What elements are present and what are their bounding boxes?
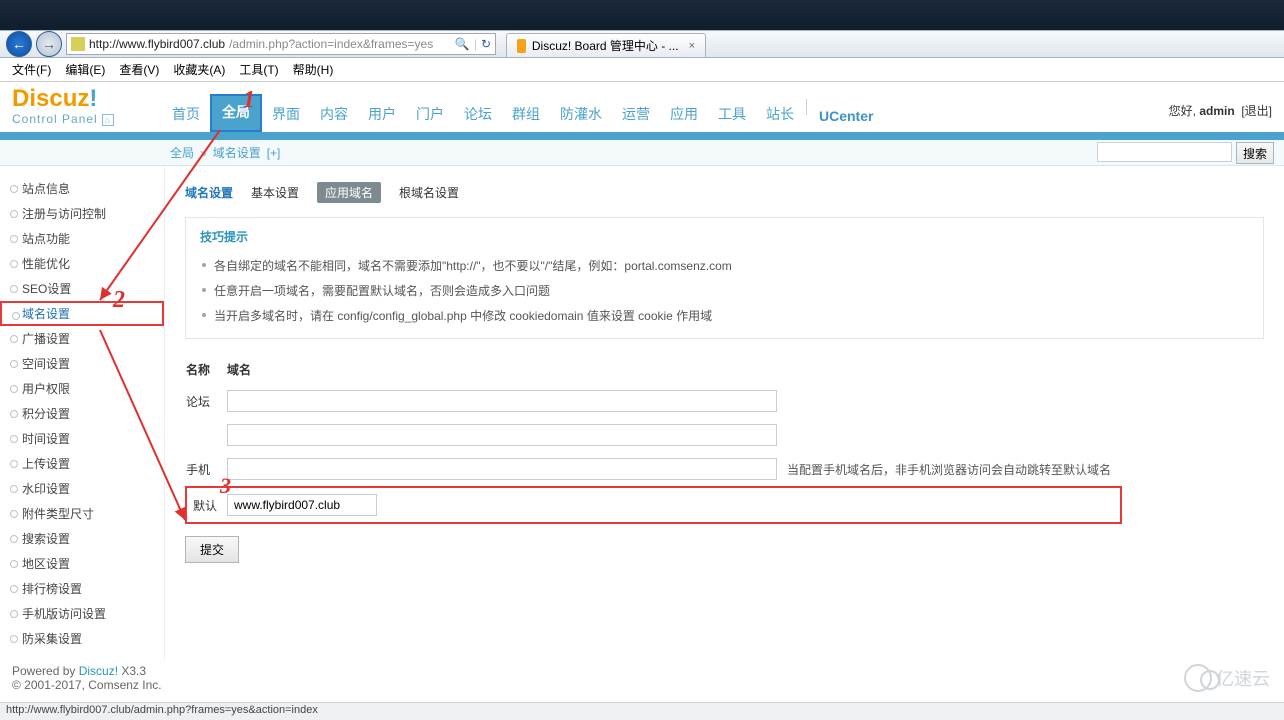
breadcrumb: 全局 » 域名设置 [+] 搜索 [0, 140, 1284, 166]
nav-interface[interactable]: 界面 [262, 98, 310, 132]
sidebar-item-credits[interactable]: 积分设置 [0, 401, 164, 426]
input-blank-domain[interactable] [227, 424, 777, 446]
submit-button[interactable]: 提交 [185, 536, 239, 563]
sidebar-item-anticrawl[interactable]: 防采集设置 [0, 626, 164, 651]
sidebar-item-sitefunc[interactable]: 站点功能 [0, 226, 164, 251]
sidebar-item-attach[interactable]: 附件类型尺寸 [0, 501, 164, 526]
content-area: 域名设置 基本设置 应用域名 根域名设置 技巧提示 各自绑定的域名不能相同，域名… [165, 166, 1284, 660]
row-label-blank [186, 418, 227, 452]
tip-line: 任意开启一项域名，需要配置默认域名，否则会造成多入口问题 [200, 278, 1249, 303]
nav-founder[interactable]: 站长 [756, 98, 804, 132]
input-default-domain[interactable] [227, 494, 377, 516]
nav-group[interactable]: 群组 [502, 98, 550, 132]
sidebar-item-search[interactable]: 搜索设置 [0, 526, 164, 551]
copyright: © 2001-2017, Comsenz Inc. [12, 678, 1272, 692]
nav-portal[interactable]: 门户 [406, 98, 454, 132]
nav-operate[interactable]: 运营 [612, 98, 660, 132]
sidebar-item-register[interactable]: 注册与访问控制 [0, 201, 164, 226]
col-name: 名称 [186, 355, 227, 384]
subtab-domain[interactable]: 域名设置 [185, 184, 233, 201]
footer: Powered by Discuz! X3.3 © 2001-2017, Com… [0, 660, 1284, 702]
sidebar-item-domain[interactable]: 域名设置 [0, 301, 164, 326]
app-header: Discuz! Control Panel⌂ 首页 全局 界面 内容 用户 门户… [0, 82, 1284, 140]
domain-form: 名称 域名 论坛 手机 当配置手机域名后，非手机浏览器访问会自动跳转至默认域名 … [185, 355, 1122, 524]
nav-ucenter[interactable]: UCenter [809, 102, 883, 132]
crumb-root[interactable]: 全局 [170, 144, 194, 161]
browser-tab[interactable]: Discuz! Board 管理中心 - ... × [506, 33, 706, 57]
menu-view[interactable]: 查看(V) [113, 59, 165, 80]
back-button[interactable]: ← [6, 31, 32, 57]
sub-tabs: 域名设置 基本设置 应用域名 根域名设置 [185, 182, 1264, 203]
page-icon [71, 37, 85, 51]
current-user: admin [1199, 104, 1234, 118]
nav-home[interactable]: 首页 [162, 98, 210, 132]
sidebar-item-siteinfo[interactable]: 站点信息 [0, 176, 164, 201]
menu-tools[interactable]: 工具(T) [233, 59, 284, 80]
home-icon: ⌂ [102, 114, 114, 126]
sidebar-item-watermark[interactable]: 水印设置 [0, 476, 164, 501]
mobile-note: 当配置手机域名后，非手机浏览器访问会自动跳转至默认域名 [787, 452, 1121, 487]
tips-title: 技巧提示 [200, 228, 1249, 245]
sidebar-item-district[interactable]: 地区设置 [0, 551, 164, 576]
sidebar-item-rank[interactable]: 排行榜设置 [0, 576, 164, 601]
crumb-current[interactable]: 域名设置 [213, 144, 261, 161]
greeting: 您好, admin [退出] [1169, 102, 1272, 119]
tab-close-icon[interactable]: × [689, 40, 695, 52]
address-bar[interactable]: http://www.flybird007.club/admin.php?act… [66, 33, 496, 55]
row-label-mobile: 手机 [186, 452, 227, 487]
sidebar-item-time[interactable]: 时间设置 [0, 426, 164, 451]
search-icon[interactable]: 🔍 [455, 37, 470, 51]
footer-link[interactable]: Discuz! [79, 664, 118, 678]
sidebar-item-mobile[interactable]: 手机版访问设置 [0, 601, 164, 626]
logout-link[interactable]: [退出] [1241, 104, 1272, 118]
menu-edit[interactable]: 编辑(E) [59, 59, 111, 80]
status-bar: http://www.flybird007.club/admin.php?fra… [0, 702, 1284, 720]
nav-divider [806, 99, 807, 115]
nav-app[interactable]: 应用 [660, 98, 708, 132]
crumb-add-icon[interactable]: [+] [267, 146, 281, 160]
input-mobile-domain[interactable] [227, 458, 777, 480]
header-search-input[interactable] [1097, 142, 1232, 162]
tip-line: 各自绑定的域名不能相同，域名不需要添加"http://"，也不要以"/"结尾，例… [200, 253, 1249, 278]
browser-menu-bar: 文件(F) 编辑(E) 查看(V) 收藏夹(A) 工具(T) 帮助(H) [0, 58, 1284, 82]
tab-title: Discuz! Board 管理中心 - ... [532, 37, 679, 54]
sidebar-item-upload[interactable]: 上传设置 [0, 451, 164, 476]
col-domain: 域名 [227, 355, 787, 384]
crumb-sep: » [200, 146, 207, 160]
row-label-default: 默认 [186, 487, 227, 523]
url-path: /admin.php?action=index&frames=yes [229, 37, 433, 51]
top-nav: 首页 全局 界面 内容 用户 门户 论坛 群组 防灌水 运营 应用 工具 站长 … [162, 82, 883, 132]
sidebar-item-userpriv[interactable]: 用户权限 [0, 376, 164, 401]
nav-tools[interactable]: 工具 [708, 98, 756, 132]
sidebar-item-perf[interactable]: 性能优化 [0, 251, 164, 276]
forward-button[interactable]: → [36, 31, 62, 57]
nav-global[interactable]: 全局 [210, 94, 262, 132]
refresh-icon[interactable]: ↻ [481, 37, 491, 51]
nav-user[interactable]: 用户 [358, 98, 406, 132]
header-search-button[interactable]: 搜索 [1236, 142, 1274, 164]
subtab-rootdomain[interactable]: 根域名设置 [399, 184, 459, 201]
tips-box: 技巧提示 各自绑定的域名不能相同，域名不需要添加"http://"，也不要以"/… [185, 217, 1264, 339]
sidebar-item-seo[interactable]: SEO设置 [0, 276, 164, 301]
sidebar-item-space[interactable]: 空间设置 [0, 351, 164, 376]
menu-help[interactable]: 帮助(H) [287, 59, 340, 80]
favicon [517, 39, 526, 53]
sidebar-item-broadcast[interactable]: 广播设置 [0, 326, 164, 351]
logo[interactable]: Discuz! Control Panel⌂ [12, 87, 162, 132]
input-forum-domain[interactable] [227, 390, 777, 412]
os-titlebar [0, 0, 1284, 30]
tip-line: 当开启多域名时，请在 config/config_global.php 中修改 … [200, 303, 1249, 328]
nav-antispam[interactable]: 防灌水 [550, 98, 612, 132]
nav-content[interactable]: 内容 [310, 98, 358, 132]
url-host: http://www.flybird007.club [89, 37, 225, 51]
row-label-forum: 论坛 [186, 384, 227, 418]
nav-forum[interactable]: 论坛 [454, 98, 502, 132]
browser-nav-row: ← → http://www.flybird007.club/admin.php… [0, 30, 1284, 58]
subtab-appdomain[interactable]: 应用域名 [317, 182, 381, 203]
subtab-basic[interactable]: 基本设置 [251, 184, 299, 201]
menu-file[interactable]: 文件(F) [6, 59, 57, 80]
sidebar: 站点信息 注册与访问控制 站点功能 性能优化 SEO设置 域名设置 广播设置 空… [0, 166, 165, 660]
menu-favorites[interactable]: 收藏夹(A) [167, 59, 231, 80]
